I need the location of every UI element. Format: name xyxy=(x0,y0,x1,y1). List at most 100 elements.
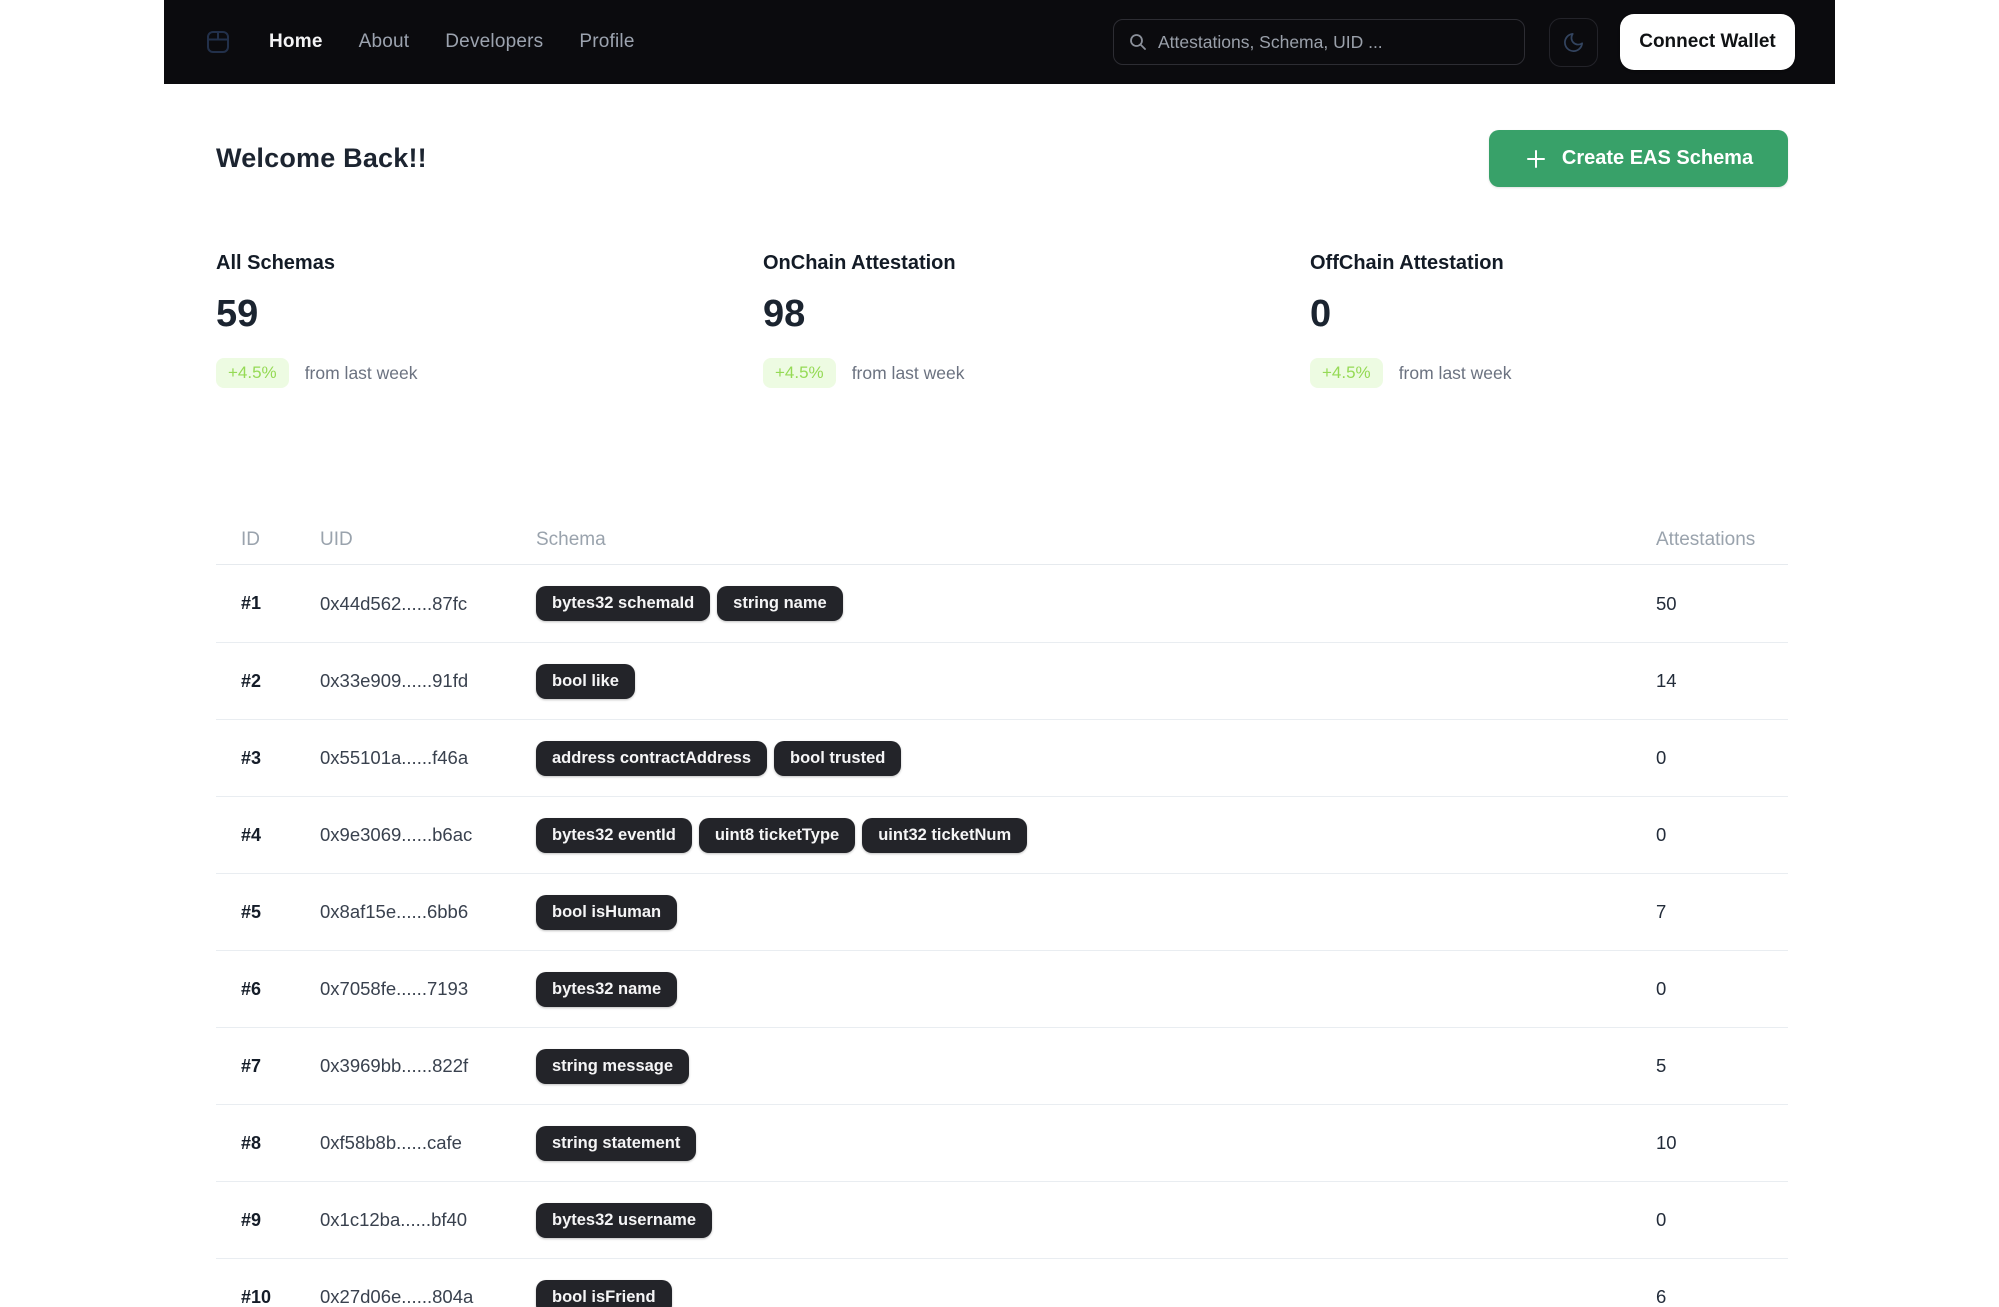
cell-schema: bool like xyxy=(536,663,1656,699)
cell-uid: 0x27d06e......804a xyxy=(320,1286,474,1307)
create-schema-label: Create EAS Schema xyxy=(1561,147,1754,169)
schema-field-pill: string message xyxy=(536,1048,690,1084)
search-input[interactable] xyxy=(1158,31,1510,53)
schema-field-pill: bytes32 schemaId xyxy=(536,586,711,621)
cell-schema: bytes32 username xyxy=(536,1202,1656,1238)
cell-schema: bytes32 eventId uint8 ticketType uint32 ti… xyxy=(536,817,1656,853)
stat-label: OffChain Attestation xyxy=(1310,252,1504,274)
stat-note: from last week xyxy=(1398,362,1512,383)
cell-uid: 0x1c12ba......bf40 xyxy=(320,1209,468,1230)
cell-attestations: 5 xyxy=(1656,1055,1667,1076)
stat-card-onchain: OnChain Attestation 98 +4.5% from last w… xyxy=(763,250,1241,388)
table-row[interactable]: #8 0xf58b8b......cafe string statement 1… xyxy=(216,1104,1788,1181)
nav-link-home[interactable]: Home xyxy=(269,31,323,53)
create-schema-button[interactable]: Create EAS Schema xyxy=(1489,130,1788,187)
stat-label: All Schemas xyxy=(216,252,335,274)
connect-wallet-button[interactable]: Connect Wallet xyxy=(1620,14,1795,70)
navbar: Home About Developers Profile Connect Wa… xyxy=(164,0,1835,84)
table-row[interactable]: #2 0x33e909......91fd bool like 14 xyxy=(216,642,1788,719)
table-row[interactable]: #3 0x55101a......f46a address contractAd… xyxy=(216,719,1788,796)
stat-card-all-schemas: All Schemas 59 +4.5% from last week xyxy=(216,250,694,388)
column-header-uid: UID xyxy=(320,529,353,550)
cell-uid: 0x8af15e......6bb6 xyxy=(320,901,469,922)
cell-uid: 0xf58b8b......cafe xyxy=(320,1132,462,1153)
column-header-schema: Schema xyxy=(536,529,606,550)
stat-note: from last week xyxy=(304,362,418,383)
table-row[interactable]: #10 0x27d06e......804a bool isFriend 6 xyxy=(216,1258,1788,1307)
table-row[interactable]: #5 0x8af15e......6bb6 bool isHuman 7 xyxy=(216,873,1788,950)
page-container: Home About Developers Profile Connect Wa… xyxy=(164,0,1835,1307)
cell-id: #3 xyxy=(241,747,262,768)
cell-schema: bool isFriend xyxy=(536,1279,1656,1307)
stat-card-offchain: OffChain Attestation 0 +4.5% from last w… xyxy=(1310,250,1788,388)
cell-schema: string statement xyxy=(536,1125,1656,1161)
cell-uid: 0x7058fe......7193 xyxy=(320,978,469,999)
cell-schema: bytes32 name xyxy=(536,971,1656,1007)
header-row: Welcome Back!! Create EAS Schema xyxy=(216,130,1788,187)
schema-field-pill: bytes32 eventId xyxy=(536,817,692,853)
schema-field-pill: bytes32 name xyxy=(536,971,678,1007)
cell-schema: string message xyxy=(536,1048,1656,1084)
plus-icon xyxy=(1526,149,1545,168)
cell-uid: 0x33e909......91fd xyxy=(320,670,469,691)
cell-id: #7 xyxy=(241,1055,262,1076)
nav-link-profile[interactable]: Profile xyxy=(579,31,634,53)
cell-id: #9 xyxy=(241,1209,262,1230)
column-header-id: ID xyxy=(241,529,260,550)
cell-uid: 0x3969bb......822f xyxy=(320,1055,469,1076)
nav-link-about[interactable]: About xyxy=(359,31,410,53)
cell-attestations: 6 xyxy=(1656,1286,1667,1307)
cell-id: #2 xyxy=(241,670,262,691)
package-icon xyxy=(207,31,229,53)
stats-grid: All Schemas 59 +4.5% from last week OnCh… xyxy=(216,250,1788,388)
schema-field-pill: address contractAddress xyxy=(536,740,767,776)
cell-id: #1 xyxy=(241,593,262,613)
nav-link-developers[interactable]: Developers xyxy=(445,31,543,53)
table-row[interactable]: #6 0x7058fe......7193 bytes32 name 0 xyxy=(216,950,1788,1027)
schema-field-pill: uint32 ticketNum xyxy=(862,817,1028,853)
cell-attestations: 14 xyxy=(1656,670,1677,691)
cell-schema: bytes32 schemaId string name xyxy=(536,586,1656,621)
search-box[interactable] xyxy=(1113,19,1525,65)
page-title: Welcome Back!! xyxy=(216,143,427,173)
stat-delta-badge: +4.5% xyxy=(216,358,289,388)
schemas-table: ID UID Schema Attestations #1 0x44d562..… xyxy=(216,528,1788,1307)
stat-footer: +4.5% from last week xyxy=(216,358,694,388)
schema-field-pill: bool isFriend xyxy=(536,1279,672,1307)
cell-attestations: 0 xyxy=(1656,824,1667,845)
cell-uid: 0x9e3069......b6ac xyxy=(320,824,473,845)
schema-field-pill: bool like xyxy=(536,663,635,699)
table-body: #1 0x44d562......87fc bytes32 schemaId st… xyxy=(216,565,1788,1307)
search-icon xyxy=(1130,34,1146,50)
schema-field-pill: bool isHuman xyxy=(536,894,678,930)
stat-footer: +4.5% from last week xyxy=(1310,358,1788,388)
schema-field-pill: bool trusted xyxy=(774,740,902,776)
cell-attestations: 7 xyxy=(1656,901,1667,922)
cell-id: #5 xyxy=(241,901,262,922)
table-row[interactable]: #9 0x1c12ba......bf40 bytes32 username 0 xyxy=(216,1181,1788,1258)
cell-attestations: 50 xyxy=(1656,592,1677,614)
table-row[interactable]: #4 0x9e3069......b6ac bytes32 eventId uin… xyxy=(216,796,1788,873)
cell-attestations: 0 xyxy=(1656,978,1667,999)
schema-field-pill: string name xyxy=(717,586,843,621)
table-row[interactable]: #7 0x3969bb......822f string message 5 xyxy=(216,1027,1788,1104)
schema-field-pill: uint8 ticketType xyxy=(698,817,856,853)
stat-delta-badge: +4.5% xyxy=(763,358,836,388)
brand-logo xyxy=(204,28,232,56)
cell-attestations: 0 xyxy=(1656,747,1667,768)
cell-id: #8 xyxy=(241,1132,262,1153)
cell-id: #4 xyxy=(241,824,262,845)
cell-uid: 0x44d562......87fc xyxy=(320,592,468,614)
stat-value: 59 xyxy=(216,293,259,335)
stat-label: OnChain Attestation xyxy=(763,252,956,274)
schema-field-pill: bytes32 username xyxy=(536,1202,712,1238)
cell-schema: address contractAddress bool trusted xyxy=(536,740,1656,776)
cell-uid: 0x55101a......f46a xyxy=(320,747,469,768)
cell-attestations: 0 xyxy=(1656,1209,1667,1230)
stat-value: 0 xyxy=(1310,293,1332,335)
stat-value: 98 xyxy=(763,293,806,335)
nav-links: Home About Developers Profile xyxy=(269,31,635,53)
schema-field-pill: string statement xyxy=(536,1125,697,1161)
theme-toggle-button[interactable] xyxy=(1549,17,1598,67)
table-row[interactable]: #1 0x44d562......87fc bytes32 schemaId st… xyxy=(216,565,1788,642)
